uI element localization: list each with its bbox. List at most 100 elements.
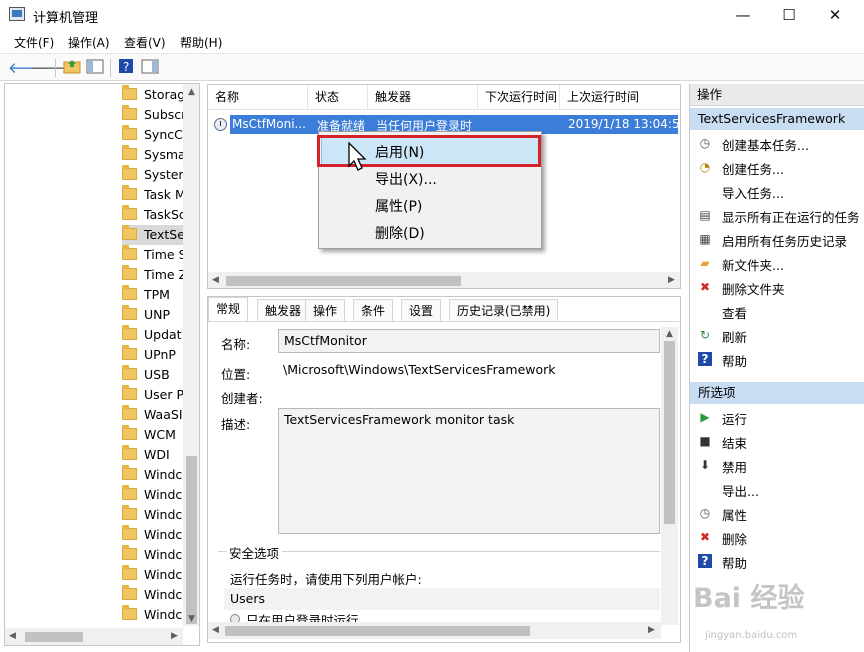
actions-selected-header[interactable]: 所选项 xyxy=(690,382,864,404)
scroll-right-icon[interactable]: ▶ xyxy=(668,275,675,285)
scroll-left-icon[interactable]: ◀ xyxy=(212,625,219,635)
scroll-right-icon[interactable]: ▶ xyxy=(648,625,655,635)
action-pane-icon[interactable] xyxy=(140,58,160,78)
context-export-item[interactable]: 导出(X)... xyxy=(375,169,437,189)
column-header-last-run[interactable]: 上次运行时间 xyxy=(560,85,680,109)
task-horizontal-scroll-thumb[interactable] xyxy=(226,276,461,286)
action-item-label: 显示所有正在运行的任务 xyxy=(722,210,860,225)
tree-item[interactable]: Sysma xyxy=(122,145,184,165)
actions-folder-header[interactable]: TextServicesFramework xyxy=(690,108,864,130)
tree-item[interactable]: WDI xyxy=(122,445,184,465)
action-item[interactable]: ▰ 新文件夹... xyxy=(690,252,864,274)
menu-view[interactable]: 查看(V) xyxy=(124,34,166,51)
tab-actions[interactable]: 操作 xyxy=(305,299,346,321)
tree-pane[interactable]: Storag Subscr SyncCe Sysma System Task M TaskS… xyxy=(4,83,200,646)
action-item[interactable]: ▶ 运行 xyxy=(690,406,864,428)
tree-item[interactable]: Windc xyxy=(122,505,184,525)
tree-item[interactable]: System xyxy=(122,165,184,185)
action-item[interactable]: 导出... xyxy=(690,478,864,500)
detail-horizontal-scroll-thumb[interactable] xyxy=(225,626,530,636)
tree-item[interactable]: Windc xyxy=(122,545,184,565)
tree-item[interactable]: Windc xyxy=(122,485,184,505)
toolbar-separator xyxy=(55,59,56,77)
forward-icon[interactable]: 🡒 xyxy=(30,58,70,78)
action-item[interactable]: ↻ 刷新 xyxy=(690,324,864,346)
menu-action[interactable]: 操作(A) xyxy=(68,34,110,51)
action-item[interactable]: ? 帮助 xyxy=(690,348,864,370)
action-item[interactable]: 导入任务... xyxy=(690,180,864,202)
tab-history[interactable]: 历史记录(已禁用) xyxy=(449,299,559,321)
tree-item[interactable]: Subscr xyxy=(122,105,184,125)
context-delete-item[interactable]: 删除(D) xyxy=(375,223,425,243)
tree-item[interactable]: Windc xyxy=(122,565,184,585)
scroll-left-icon[interactable]: ◀ xyxy=(9,631,16,641)
tree-item[interactable]: TPM xyxy=(122,285,184,305)
tree-item-label: SyncCe xyxy=(144,127,184,142)
tree-item[interactable]: User P xyxy=(122,385,184,405)
tab-general[interactable]: 常规 xyxy=(208,297,249,322)
tab-conditions[interactable]: 条件 xyxy=(353,299,394,321)
tree-item[interactable]: TextSe xyxy=(122,225,184,245)
tree-item[interactable]: TaskSc xyxy=(122,205,184,225)
menu-file[interactable]: 文件(F) xyxy=(14,34,54,51)
action-item[interactable]: ◷ 属性 xyxy=(690,502,864,524)
menu-help[interactable]: 帮助(H) xyxy=(180,34,222,51)
tree-item[interactable]: UNP xyxy=(122,305,184,325)
tree-item-label: Windc xyxy=(144,507,183,522)
scroll-right-icon[interactable]: ▶ xyxy=(171,631,178,641)
tree-horizontal-scroll-thumb[interactable] xyxy=(25,632,83,642)
tree-item[interactable]: Windc xyxy=(122,465,184,485)
tree-vertical-scroll-thumb[interactable] xyxy=(186,456,197,624)
up-folder-icon[interactable] xyxy=(62,58,82,78)
name-field[interactable]: MsCtfMonitor xyxy=(278,329,660,353)
column-header-next-run[interactable]: 下次运行时间 xyxy=(478,85,560,109)
show-hide-tree-icon[interactable] xyxy=(85,58,105,78)
action-item[interactable]: ▦ 启用所有任务历史记录 xyxy=(690,228,864,250)
column-header-trigger[interactable]: 触发器 xyxy=(368,85,478,109)
action-item[interactable]: 查看 xyxy=(690,300,864,322)
tree-item[interactable]: Windc xyxy=(122,525,184,545)
action-item[interactable]: ⬇ 禁用 xyxy=(690,454,864,476)
minimize-button[interactable]: — xyxy=(720,0,766,30)
context-properties-item[interactable]: 属性(P) xyxy=(375,196,422,216)
scroll-up-icon[interactable]: ▲ xyxy=(666,329,673,339)
scroll-up-icon[interactable]: ▲ xyxy=(188,87,195,97)
action-item[interactable]: ■ 结束 xyxy=(690,430,864,452)
column-header-status[interactable]: 状态 xyxy=(308,85,368,109)
delete-icon: ✖ xyxy=(699,280,711,294)
tree-item-label: TPM xyxy=(144,287,170,302)
help-icon[interactable]: ? xyxy=(116,58,136,78)
action-item-label: 帮助 xyxy=(722,354,748,369)
tree-item[interactable]: Windc xyxy=(122,605,184,625)
tree-item[interactable]: Windc xyxy=(122,585,184,605)
close-button[interactable]: ✕ xyxy=(812,0,858,30)
action-item[interactable]: ◷ 创建基本任务... xyxy=(690,132,864,154)
detail-vertical-scroll-thumb[interactable] xyxy=(664,341,675,524)
tree-item[interactable]: UPnP xyxy=(122,345,184,365)
tree-item[interactable]: WaaSI xyxy=(122,405,184,425)
action-item[interactable]: ◔ 创建任务... xyxy=(690,156,864,178)
tree-item[interactable]: Task M xyxy=(122,185,184,205)
tab-triggers[interactable]: 触发器 xyxy=(257,299,310,321)
action-item[interactable]: ✖ 删除 xyxy=(690,526,864,548)
folder-icon xyxy=(122,345,137,360)
tree-item[interactable]: Updat xyxy=(122,325,184,345)
tree-item[interactable]: Storag xyxy=(122,85,184,105)
action-item-label: 结束 xyxy=(722,436,748,451)
tree-item[interactable]: USB xyxy=(122,365,184,385)
tree-item[interactable]: WCM xyxy=(122,425,184,445)
tab-settings[interactable]: 设置 xyxy=(401,299,442,321)
context-enable-item[interactable]: 启用(N) xyxy=(375,142,424,162)
description-field[interactable]: TextServicesFramework monitor task xyxy=(278,408,660,534)
tree-item[interactable]: Time S xyxy=(122,245,184,265)
back-icon[interactable]: 🡐 xyxy=(8,58,48,78)
maximize-button[interactable]: ☐ xyxy=(766,0,812,30)
tree-item[interactable]: Time Z xyxy=(122,265,184,285)
scroll-down-icon[interactable]: ▼ xyxy=(188,614,195,624)
scroll-left-icon[interactable]: ◀ xyxy=(212,275,219,285)
security-user-field[interactable]: Users xyxy=(224,588,660,610)
tree-item[interactable]: SyncCe xyxy=(122,125,184,145)
action-item[interactable]: ✖ 删除文件夹 xyxy=(690,276,864,298)
action-item[interactable]: ▤ 显示所有正在运行的任务 xyxy=(690,204,864,226)
column-header-name[interactable]: 名称 xyxy=(208,85,308,109)
